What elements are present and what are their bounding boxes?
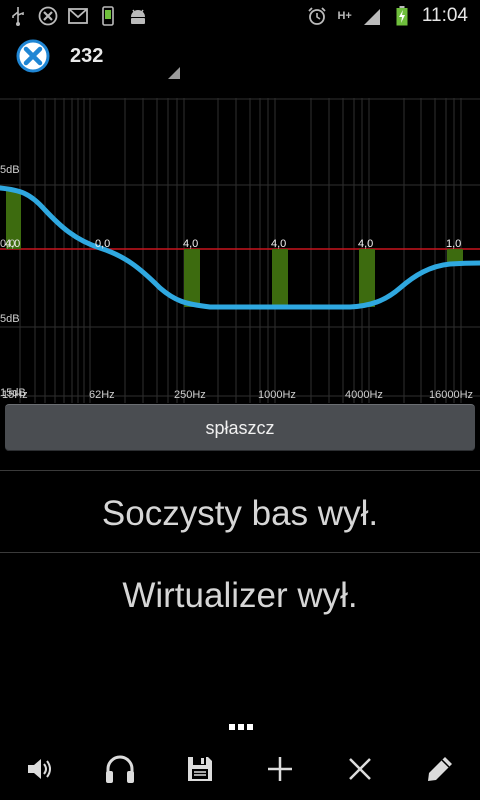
x-logo-icon[interactable] [16,39,50,73]
gmail-icon [68,6,88,26]
phone-icon [98,5,118,26]
clock: 11:04 [421,4,468,26]
equalizer-graph[interactable]: 5dB 0,0 5dB 15dB 4,0 0,0 4,0 4,0 4,0 1,0… [0,98,480,403]
band-value-6: 1,0 [446,238,461,250]
pencil-icon [425,754,455,788]
db-label-bottom: 5dB [0,313,20,325]
spinner-arrow-icon[interactable] [168,64,180,79]
flatten-button[interactable]: spłaszcz [5,404,475,451]
band-value-1: 4,0 [5,238,20,250]
band-value-3: 4,0 [183,238,198,250]
network-type: H+ [337,9,352,22]
battery-icon [392,5,412,26]
app-bar: 232 [0,31,480,81]
freq-label-250: 250Hz [174,389,206,401]
virtualizer-toggle[interactable]: Wirtualizer wył. [0,556,480,636]
divider-2 [0,552,480,553]
band-value-2: 0,0 [95,238,110,250]
freq-label-16000: 16000Hz [429,389,473,401]
equalizer-svg: 5dB 0,0 5dB 15dB 4,0 0,0 4,0 4,0 4,0 1,0… [0,98,480,403]
status-bar: H+ 11:04 [0,0,480,31]
band-bar-5[interactable] [359,249,375,307]
usb-icon [8,6,28,26]
divider-1 [0,470,480,471]
speaker-icon [25,754,55,788]
headphones-icon [104,754,136,788]
db-label-top: 5dB [0,164,20,176]
notification-icons [0,5,156,26]
freq-label-62: 62Hz [89,389,115,401]
freq-label-4000: 4000Hz [345,389,383,401]
save-button[interactable] [170,742,230,800]
bottom-action-bar [0,742,480,800]
signal-icon [362,6,382,26]
preset-selector[interactable]: 232 [70,45,103,68]
band-bar-3[interactable] [184,249,200,307]
overflow-menu-icon[interactable] [228,724,254,732]
freq-label-1000: 1000Hz [258,389,296,401]
hplus-icon: H+ [337,6,351,26]
android-icon [128,6,148,26]
headphones-button[interactable] [90,742,150,800]
band-bar-4[interactable] [272,249,288,307]
band-value-4: 4,0 [271,238,286,250]
system-icons: H+ 11:04 [299,5,480,27]
bass-boost-toggle[interactable]: Soczysty bas wył. [0,474,480,554]
speaker-button[interactable] [10,742,70,800]
app-x-icon [38,6,58,26]
freq-label-15: 15Hz [2,389,28,401]
alarm-icon [307,6,327,26]
delete-button[interactable] [330,742,390,800]
close-icon [348,757,372,785]
plus-icon [266,755,294,787]
grid-vertical [19,98,462,403]
save-icon [186,755,214,787]
band-value-5: 4,0 [358,238,373,250]
edit-button[interactable] [410,742,470,800]
add-button[interactable] [250,742,310,800]
